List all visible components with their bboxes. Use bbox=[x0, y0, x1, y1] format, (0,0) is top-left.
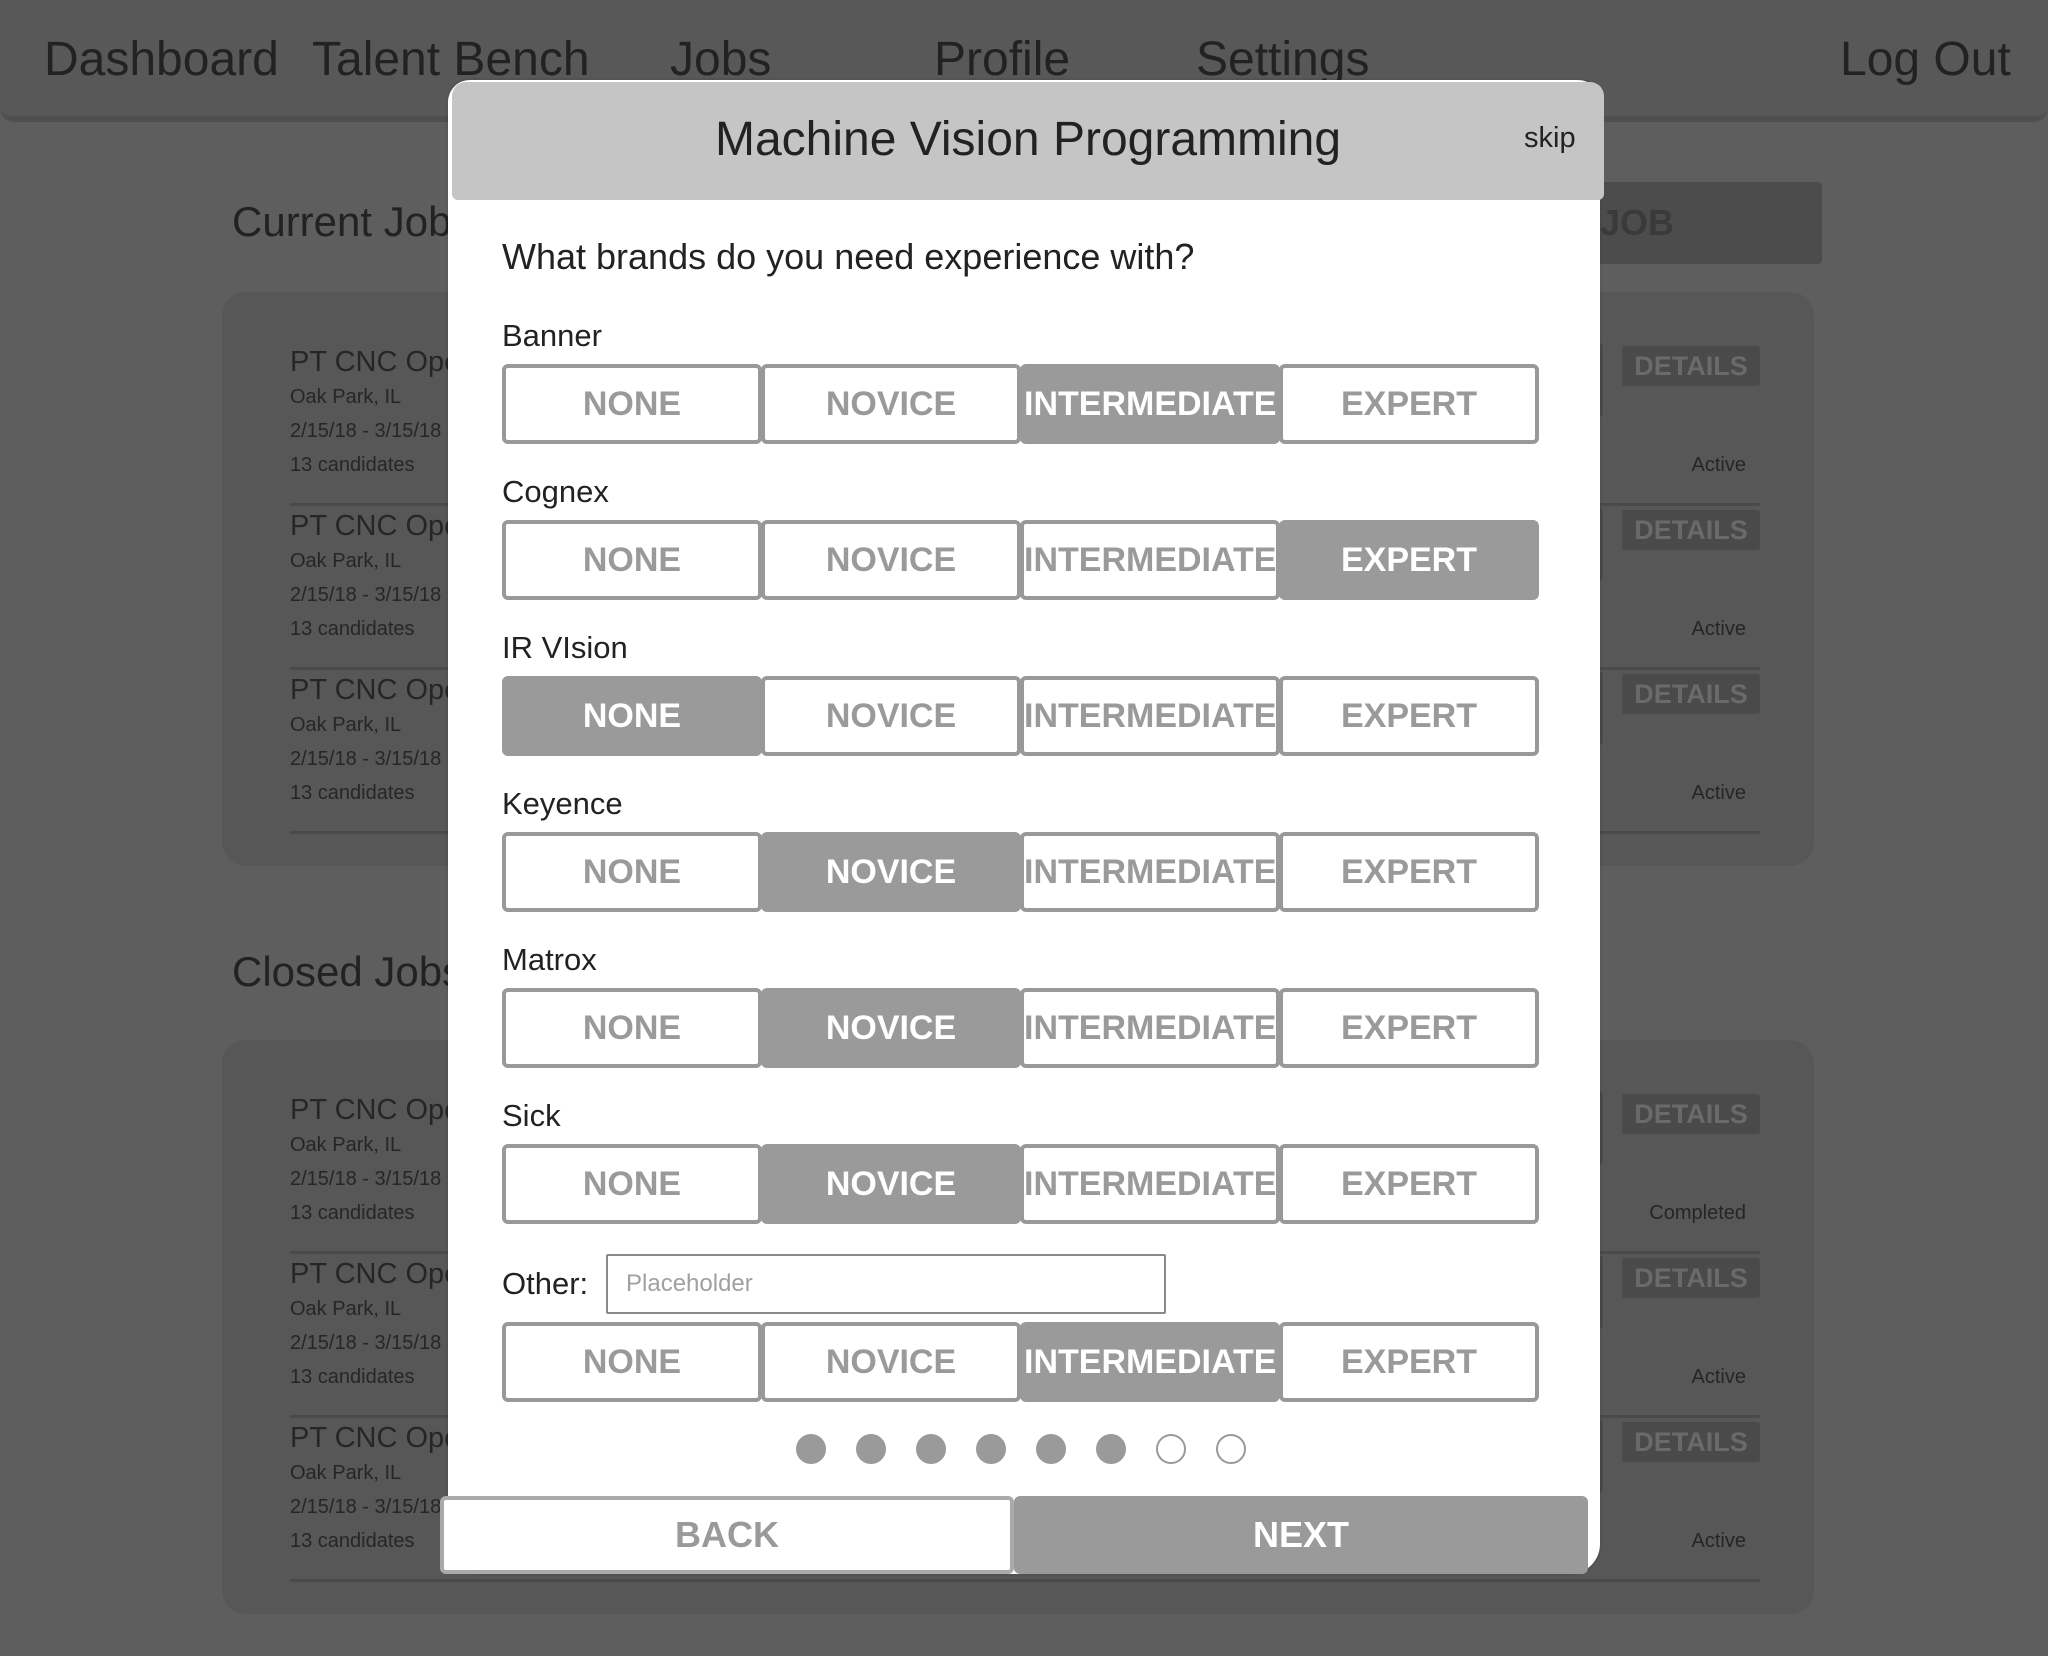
level-expert-option[interactable]: EXPERT bbox=[1279, 364, 1539, 444]
level-intermediate-option[interactable]: INTERMEDIATE bbox=[1020, 364, 1280, 444]
job-location: Oak Park, IL bbox=[290, 1462, 402, 1484]
level-expert-option[interactable]: EXPERT bbox=[1279, 832, 1539, 912]
brand-label: IR VIsion bbox=[502, 630, 628, 665]
job-candidates: 13 candidates bbox=[290, 782, 415, 804]
level-intermediate-option[interactable]: INTERMEDIATE bbox=[1020, 988, 1280, 1068]
closed-jobs-heading: Closed Jobs bbox=[232, 948, 464, 995]
progress-dot bbox=[1096, 1434, 1126, 1464]
step-progress-dots bbox=[796, 1434, 1256, 1466]
brand-label: Cognex bbox=[502, 474, 609, 509]
job-status: Active bbox=[1691, 1366, 1746, 1388]
job-location: Oak Park, IL bbox=[290, 1298, 402, 1320]
level-expert-option[interactable]: EXPERT bbox=[1279, 676, 1539, 756]
brand-label: Sick bbox=[502, 1098, 561, 1133]
new-job-label: JOB bbox=[1600, 202, 1675, 243]
job-candidates: 13 candidates bbox=[290, 454, 415, 476]
progress-dot bbox=[1036, 1434, 1066, 1464]
details-button[interactable]: DETAILS bbox=[1622, 510, 1760, 550]
brand-label: Keyence bbox=[502, 786, 623, 821]
row-divider bbox=[290, 1579, 1760, 1582]
details-button[interactable]: DETAILS bbox=[1622, 1422, 1760, 1462]
other-level-none-option[interactable]: NONE bbox=[502, 1322, 762, 1402]
progress-dot bbox=[856, 1434, 886, 1464]
details-button[interactable]: DETAILS bbox=[1622, 1094, 1760, 1134]
level-novice-option[interactable]: NOVICE bbox=[761, 676, 1021, 756]
job-status: Active bbox=[1691, 618, 1746, 640]
progress-dot bbox=[796, 1434, 826, 1464]
modal-title: Machine Vision Programming bbox=[714, 113, 1342, 166]
job-location: Oak Park, IL bbox=[290, 714, 402, 736]
job-dates: 2/15/18 - 3/15/18 bbox=[290, 1168, 442, 1190]
level-novice-option[interactable]: NOVICE bbox=[761, 988, 1021, 1068]
other-level-novice-option[interactable]: NOVICE bbox=[761, 1322, 1021, 1402]
job-status: Active bbox=[1691, 1530, 1746, 1552]
job-dates: 2/15/18 - 3/15/18 bbox=[290, 748, 442, 770]
level-expert-option[interactable]: EXPERT bbox=[1279, 988, 1539, 1068]
level-none-option[interactable]: NONE bbox=[502, 832, 762, 912]
job-candidates: 13 candidates bbox=[290, 1366, 415, 1388]
level-none-option[interactable]: NONE bbox=[502, 1144, 762, 1224]
job-dates: 2/15/18 - 3/15/18 bbox=[290, 1496, 442, 1518]
level-novice-option[interactable]: NOVICE bbox=[761, 832, 1021, 912]
brand-level-selector: NONE NOVICE INTERMEDIATE EXPERT bbox=[502, 676, 1542, 756]
job-candidates: 13 candidates bbox=[290, 1530, 415, 1552]
other-brand-input[interactable] bbox=[606, 1254, 1166, 1314]
level-expert-option[interactable]: EXPERT bbox=[1279, 1144, 1539, 1224]
brand-level-selector: NONE NOVICE INTERMEDIATE EXPERT bbox=[502, 364, 1542, 444]
details-button[interactable]: DETAILS bbox=[1622, 1258, 1760, 1298]
level-none-option[interactable]: NONE bbox=[502, 676, 762, 756]
current-jobs-heading: Current Jobs bbox=[232, 198, 473, 245]
progress-dot bbox=[916, 1434, 946, 1464]
job-status: Active bbox=[1691, 454, 1746, 476]
job-candidates: 13 candidates bbox=[290, 618, 415, 640]
brand-level-selector: NONE NOVICE INTERMEDIATE EXPERT bbox=[502, 988, 1542, 1068]
level-none-option[interactable]: NONE bbox=[502, 988, 762, 1068]
level-novice-option[interactable]: NOVICE bbox=[761, 364, 1021, 444]
level-intermediate-option[interactable]: INTERMEDIATE bbox=[1020, 520, 1280, 600]
details-button[interactable]: DETAILS bbox=[1622, 674, 1760, 714]
next-button[interactable]: NEXT bbox=[1014, 1496, 1588, 1574]
level-none-option[interactable]: NONE bbox=[502, 520, 762, 600]
details-button[interactable]: DETAILS bbox=[1622, 346, 1760, 386]
job-location: Oak Park, IL bbox=[290, 1134, 402, 1156]
job-status: Active bbox=[1691, 782, 1746, 804]
job-candidates: 13 candidates bbox=[290, 1202, 415, 1224]
other-level-intermediate-option[interactable]: INTERMEDIATE bbox=[1020, 1322, 1280, 1402]
nav-dashboard[interactable]: Dashboard bbox=[44, 30, 279, 90]
back-button[interactable]: BACK bbox=[440, 1496, 1014, 1574]
skip-link[interactable]: skip bbox=[1524, 122, 1576, 155]
progress-dot bbox=[1216, 1434, 1246, 1464]
progress-dot bbox=[976, 1434, 1006, 1464]
brand-level-selector: NONE NOVICE INTERMEDIATE EXPERT bbox=[502, 1144, 1542, 1224]
other-label: Other: bbox=[502, 1266, 589, 1301]
job-dates: 2/15/18 - 3/15/18 bbox=[290, 1332, 442, 1354]
brand-label: Matrox bbox=[502, 942, 597, 977]
brand-level-selector: NONE NOVICE INTERMEDIATE EXPERT bbox=[502, 520, 1542, 600]
level-intermediate-option[interactable]: INTERMEDIATE bbox=[1020, 832, 1280, 912]
job-status: Completed bbox=[1649, 1202, 1746, 1224]
brand-label: Banner bbox=[502, 318, 602, 353]
other-level-expert-option[interactable]: EXPERT bbox=[1279, 1322, 1539, 1402]
job-dates: 2/15/18 - 3/15/18 bbox=[290, 420, 442, 442]
level-novice-option[interactable]: NOVICE bbox=[761, 1144, 1021, 1224]
job-dates: 2/15/18 - 3/15/18 bbox=[290, 584, 442, 606]
level-novice-option[interactable]: NOVICE bbox=[761, 520, 1021, 600]
nav-log-out[interactable]: Log Out bbox=[1840, 30, 2011, 90]
job-location: Oak Park, IL bbox=[290, 386, 402, 408]
progress-dot bbox=[1156, 1434, 1186, 1464]
question-text: What brands do you need experience with? bbox=[502, 236, 1195, 277]
job-location: Oak Park, IL bbox=[290, 550, 402, 572]
level-none-option[interactable]: NONE bbox=[502, 364, 762, 444]
brand-level-selector: NONE NOVICE INTERMEDIATE EXPERT bbox=[502, 832, 1542, 912]
level-expert-option[interactable]: EXPERT bbox=[1279, 520, 1539, 600]
other-level-selector: NONE NOVICE INTERMEDIATE EXPERT bbox=[502, 1322, 1542, 1402]
level-intermediate-option[interactable]: INTERMEDIATE bbox=[1020, 1144, 1280, 1224]
level-intermediate-option[interactable]: INTERMEDIATE bbox=[1020, 676, 1280, 756]
